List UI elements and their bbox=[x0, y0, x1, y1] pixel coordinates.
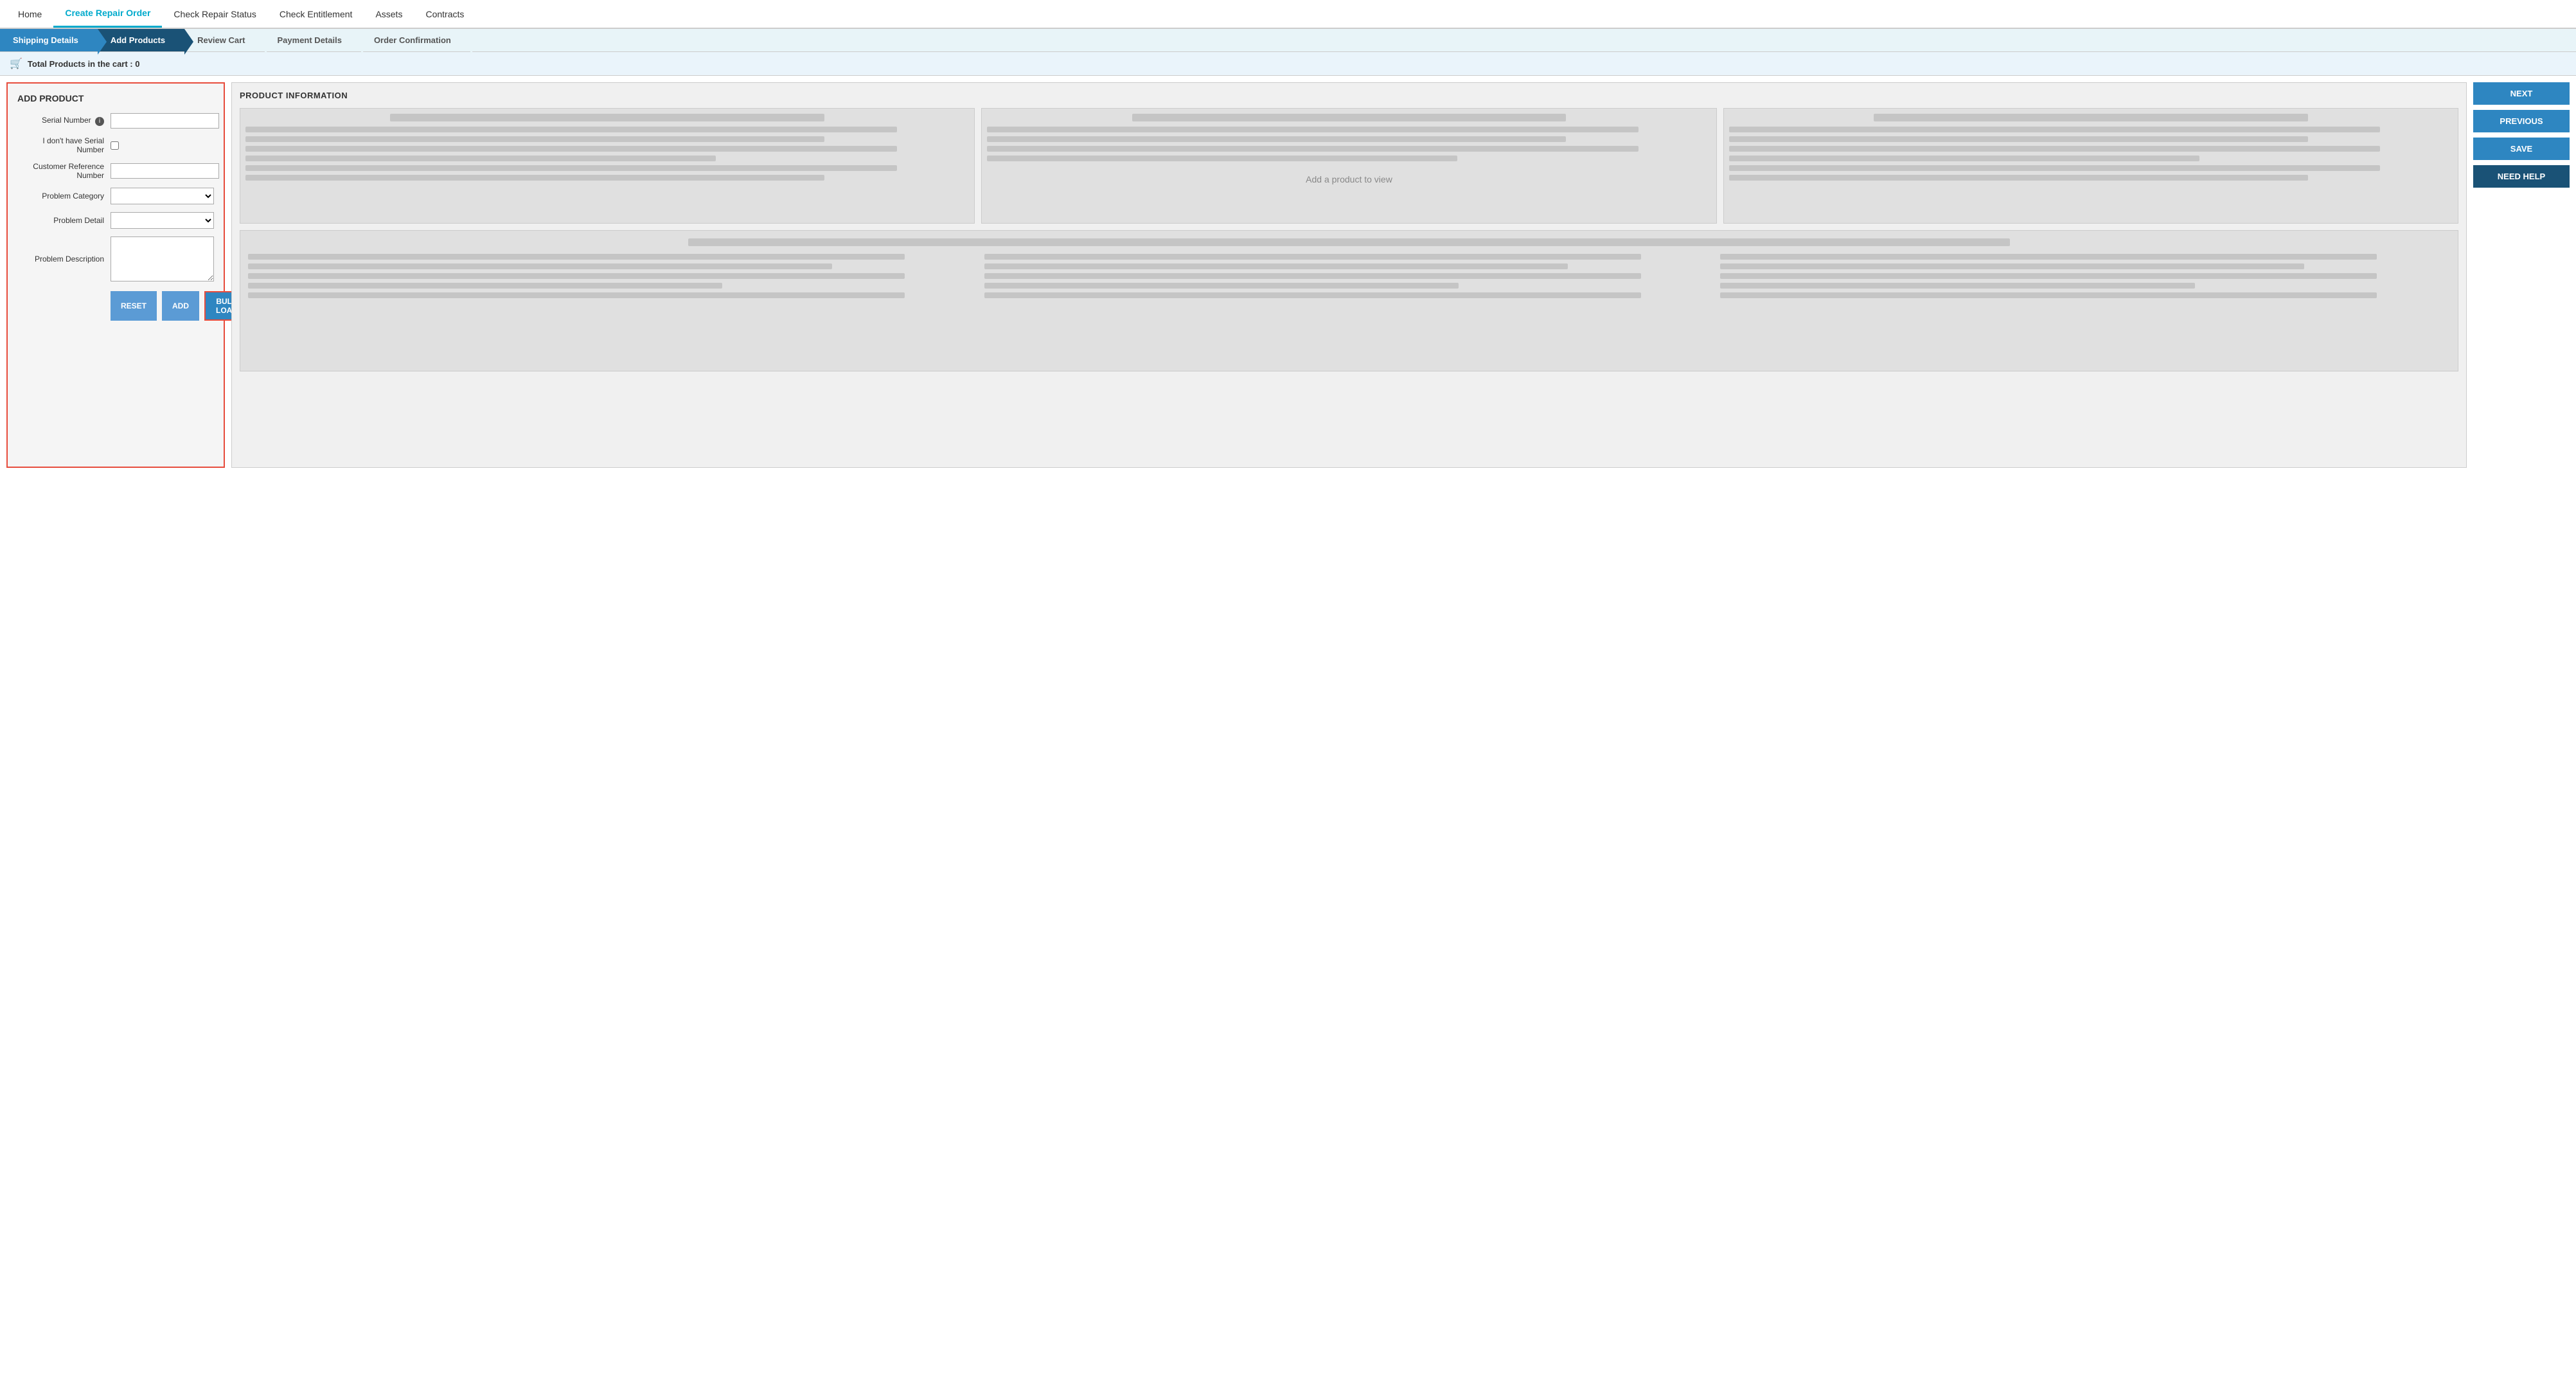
card-1-header bbox=[390, 114, 824, 121]
top-nav: Home Create Repair Order Check Repair St… bbox=[0, 0, 2576, 29]
bottom-product-card bbox=[240, 230, 2458, 371]
card-3-header bbox=[1874, 114, 2308, 121]
b3-line-2 bbox=[1720, 263, 2304, 269]
step-add-products[interactable]: Add Products bbox=[98, 29, 184, 51]
card-1-line-4 bbox=[245, 156, 716, 161]
b1-line-5 bbox=[248, 292, 905, 298]
serial-number-info-icon[interactable]: i bbox=[95, 117, 104, 126]
need-help-button[interactable]: NEED HELP bbox=[2473, 165, 2570, 188]
reset-button[interactable]: RESET bbox=[111, 291, 157, 321]
b2-line-1 bbox=[984, 254, 1641, 260]
cart-bar: 🛒 Total Products in the cart : 0 bbox=[0, 52, 2576, 76]
product-card-2: Add a product to view bbox=[981, 108, 1716, 224]
nav-check-repair-status[interactable]: Check Repair Status bbox=[162, 1, 267, 27]
product-info-title: PRODUCT INFORMATION bbox=[240, 91, 2458, 100]
nav-create-repair-order[interactable]: Create Repair Order bbox=[53, 0, 162, 28]
problem-desc-textarea[interactable] bbox=[111, 236, 214, 281]
serial-number-row: Serial Number i bbox=[17, 113, 214, 129]
card-2-line-1 bbox=[987, 127, 1639, 132]
cart-icon: 🛒 bbox=[10, 57, 22, 70]
add-button[interactable]: ADD bbox=[162, 291, 199, 321]
bottom-col-1 bbox=[248, 254, 978, 302]
no-serial-checkbox[interactable] bbox=[111, 141, 119, 150]
customer-ref-input[interactable] bbox=[111, 163, 219, 179]
nav-contracts[interactable]: Contracts bbox=[414, 1, 475, 27]
card-2-line-3 bbox=[987, 146, 1639, 152]
step-order-confirmation[interactable]: Order Confirmation bbox=[361, 29, 470, 51]
card-1-line-1 bbox=[245, 127, 897, 132]
card-1-line-6 bbox=[245, 175, 824, 181]
nav-home[interactable]: Home bbox=[6, 1, 53, 27]
problem-detail-select[interactable] bbox=[111, 212, 214, 229]
card-3-line-6 bbox=[1729, 175, 2308, 181]
problem-desc-label: Problem Description bbox=[17, 254, 111, 263]
customer-ref-row: Customer Reference Number bbox=[17, 162, 214, 180]
bottom-col-3 bbox=[1720, 254, 2450, 302]
step-payment-details[interactable]: Payment Details bbox=[265, 29, 361, 51]
card-2-line-4 bbox=[987, 156, 1457, 161]
card-1-line-3 bbox=[245, 146, 897, 152]
b3-line-4 bbox=[1720, 283, 2194, 289]
product-card-1 bbox=[240, 108, 975, 224]
form-buttons: RESET ADD BULK LOAD bbox=[17, 291, 214, 321]
card-1-line-5 bbox=[245, 165, 897, 171]
card-3-line-2 bbox=[1729, 136, 2308, 142]
problem-detail-label: Problem Detail bbox=[17, 216, 111, 225]
product-cards-top-row: Add a product to view bbox=[240, 108, 2458, 224]
problem-detail-row: Problem Detail bbox=[17, 212, 214, 229]
customer-ref-label: Customer Reference Number bbox=[17, 162, 111, 180]
nav-assets[interactable]: Assets bbox=[364, 1, 414, 27]
b1-line-4 bbox=[248, 283, 722, 289]
b2-line-4 bbox=[984, 283, 1459, 289]
main-content: ADD PRODUCT Serial Number i I don't have… bbox=[0, 76, 2576, 474]
card-3-line-3 bbox=[1729, 146, 2381, 152]
b3-line-1 bbox=[1720, 254, 2377, 260]
serial-number-input[interactable] bbox=[111, 113, 219, 129]
bottom-card-inner bbox=[248, 254, 2450, 302]
no-serial-row: I don't have Serial Number bbox=[17, 136, 214, 154]
b3-line-3 bbox=[1720, 273, 2377, 279]
b2-line-3 bbox=[984, 273, 1641, 279]
card-3-line-4 bbox=[1729, 156, 2199, 161]
next-button[interactable]: NEXT bbox=[2473, 82, 2570, 105]
nav-check-entitlement[interactable]: Check Entitlement bbox=[268, 1, 364, 27]
add-product-panel: ADD PRODUCT Serial Number i I don't have… bbox=[6, 82, 225, 468]
b1-line-2 bbox=[248, 263, 832, 269]
previous-button[interactable]: PREVIOUS bbox=[2473, 110, 2570, 132]
right-action-panel: NEXT PREVIOUS SAVE NEED HELP bbox=[2473, 82, 2570, 468]
b1-line-1 bbox=[248, 254, 905, 260]
b2-line-5 bbox=[984, 292, 1641, 298]
card-1-line-2 bbox=[245, 136, 824, 142]
problem-category-select[interactable] bbox=[111, 188, 214, 204]
card-3-line-1 bbox=[1729, 127, 2381, 132]
card-2-line-2 bbox=[987, 136, 1566, 142]
problem-desc-row: Problem Description bbox=[17, 236, 214, 281]
problem-category-row: Problem Category bbox=[17, 188, 214, 204]
bottom-col-2 bbox=[984, 254, 1714, 302]
save-button[interactable]: SAVE bbox=[2473, 138, 2570, 160]
step-review-cart[interactable]: Review Cart bbox=[184, 29, 264, 51]
b2-line-2 bbox=[984, 263, 1568, 269]
steps-bar: Shipping Details Add Products Review Car… bbox=[0, 29, 2576, 52]
cart-total-label: Total Products in the cart : 0 bbox=[28, 59, 140, 69]
serial-number-label: Serial Number i bbox=[17, 116, 111, 126]
step-shipping-details[interactable]: Shipping Details bbox=[0, 29, 98, 51]
product-card-3 bbox=[1723, 108, 2458, 224]
b3-line-5 bbox=[1720, 292, 2377, 298]
b1-line-3 bbox=[248, 273, 905, 279]
add-product-title: ADD PRODUCT bbox=[17, 93, 214, 103]
problem-category-label: Problem Category bbox=[17, 192, 111, 201]
product-info-panel: PRODUCT INFORMATION Add a product to v bbox=[231, 82, 2467, 468]
no-serial-label: I don't have Serial Number bbox=[17, 136, 111, 154]
add-product-message: Add a product to view bbox=[987, 174, 1710, 184]
bottom-card-header bbox=[688, 238, 2009, 246]
card-2-header bbox=[1132, 114, 1567, 121]
card-3-line-5 bbox=[1729, 165, 2381, 171]
